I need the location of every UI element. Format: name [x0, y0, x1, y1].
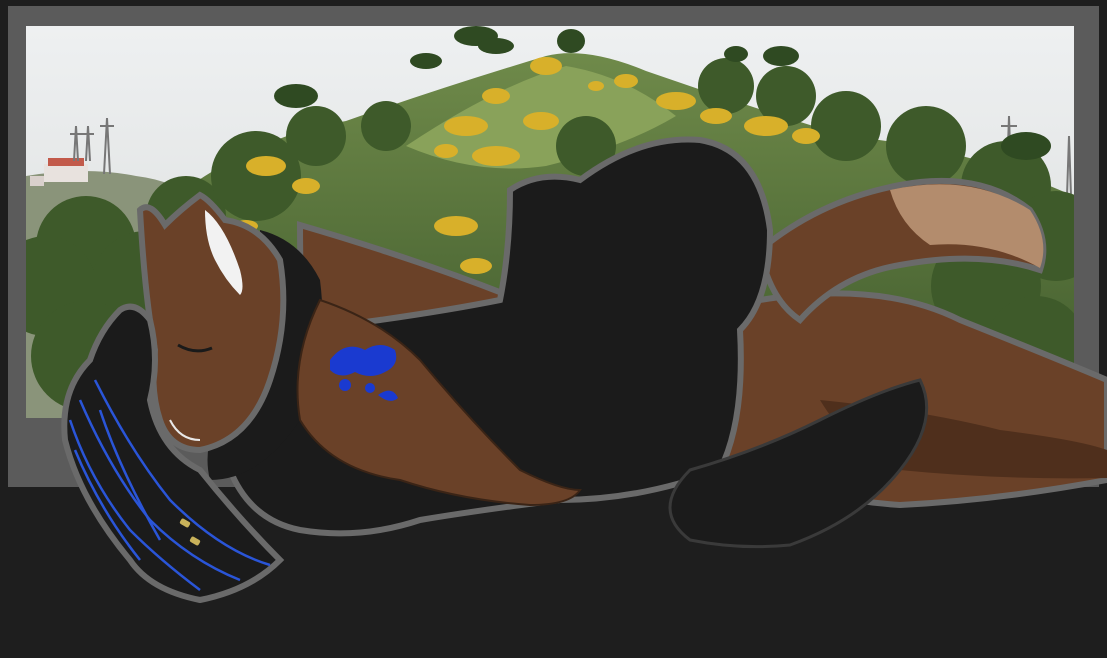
characters-illustration — [61, 136, 1107, 604]
artwork-stage — [0, 0, 1107, 658]
